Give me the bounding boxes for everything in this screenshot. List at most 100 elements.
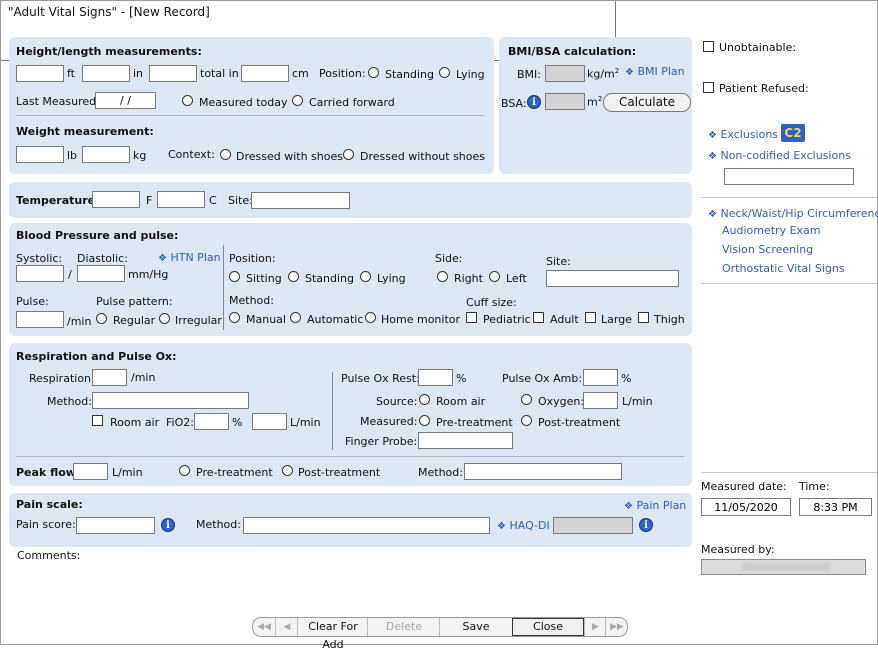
cuff-large-checkbox[interactable]: [585, 312, 596, 323]
audiometry-exam-link[interactable]: Audiometry Exam: [722, 224, 821, 237]
dressed-with-shoes-radio[interactable]: [220, 149, 231, 160]
non-codified-exclusions-input[interactable]: [724, 168, 854, 185]
source-room-air-radio[interactable]: [419, 394, 430, 405]
height-standing-label: Standing: [385, 68, 435, 81]
temperature-c-input[interactable]: [157, 191, 205, 208]
orthostatic-vital-signs-link[interactable]: Orthostatic Vital Signs: [722, 262, 845, 275]
room-air-checkbox[interactable]: [92, 415, 103, 426]
last-record-icon[interactable]: ▶▶: [605, 618, 628, 636]
bp-side-right-radio[interactable]: [437, 271, 448, 282]
respiration-input[interactable]: [92, 369, 127, 386]
patient-refused-label: Patient Refused:: [719, 82, 809, 95]
c2-badge-icon[interactable]: C2: [781, 124, 805, 142]
dressed-without-shoes-radio[interactable]: [343, 149, 354, 160]
close-button[interactable]: Close: [512, 618, 584, 636]
resp-column-divider: [332, 372, 333, 450]
cuff-pediatric-label: Pediatric: [483, 313, 531, 326]
vision-screening-link[interactable]: Vision Screening: [722, 243, 813, 256]
height-lying-radio[interactable]: [439, 67, 450, 78]
pulse-ox-amb-input[interactable]: [583, 369, 618, 386]
cuff-adult-checkbox[interactable]: [533, 312, 544, 323]
patient-refused-checkbox[interactable]: [703, 82, 714, 93]
pulse-regular-radio[interactable]: [96, 313, 107, 324]
bp-sitting-label: Sitting: [246, 272, 282, 285]
oxygen-lmin-label: L/min: [622, 395, 653, 408]
temperature-f-label: F: [146, 194, 153, 207]
pulse-ox-pre-treatment-radio[interactable]: [419, 415, 430, 426]
pain-plan-bullet-icon: ❖: [624, 501, 633, 512]
weight-lb-input[interactable]: [16, 146, 64, 163]
neck-waist-hip-link[interactable]: ❖ Neck/Waist/Hip Circumference: [708, 207, 878, 220]
bp-home-monitor-radio[interactable]: [365, 312, 376, 323]
cuff-thigh-checkbox[interactable]: [638, 312, 649, 323]
bp-standing-label: Standing: [305, 272, 355, 285]
pulse-ox-post-treatment-radio[interactable]: [521, 415, 532, 426]
pulse-unit: /min: [67, 315, 92, 328]
htn-plan-link[interactable]: ❖ HTN Plan: [158, 251, 221, 264]
measured-today-radio[interactable]: [182, 95, 193, 106]
haq-di-info-icon[interactable]: i: [639, 518, 653, 532]
peak-method-input[interactable]: [464, 463, 622, 480]
temperature-site-input[interactable]: [251, 192, 350, 209]
last-measured-date-input[interactable]: [95, 92, 156, 109]
oxygen-lmin-input[interactable]: [583, 392, 618, 409]
peak-pre-treatment-radio[interactable]: [179, 465, 190, 476]
temperature-f-input[interactable]: [92, 191, 140, 208]
dressed-with-shoes-label: Dressed with shoes: [236, 150, 343, 163]
bp-sitting-radio[interactable]: [229, 271, 240, 282]
weight-kg-input[interactable]: [82, 146, 130, 163]
bp-standing-radio[interactable]: [288, 271, 299, 282]
unobtainable-checkbox[interactable]: [703, 41, 714, 52]
bp-automatic-radio[interactable]: [290, 312, 301, 323]
weight-context-label: Context:: [168, 148, 215, 161]
height-in-input[interactable]: [82, 65, 130, 82]
height-ft-input[interactable]: [16, 65, 64, 82]
side-divider-bottom: [701, 472, 877, 473]
pulse-ox-rest-label: Pulse Ox Rest:: [341, 372, 420, 385]
peak-flow-input[interactable]: [73, 463, 108, 480]
height-total-in-input[interactable]: [149, 65, 197, 82]
measured-date-input[interactable]: [701, 498, 791, 516]
pulse-ox-rest-input[interactable]: [418, 369, 453, 386]
height-cm-input[interactable]: [241, 65, 289, 82]
fio2-input[interactable]: [194, 413, 229, 430]
first-record-icon[interactable]: ◀◀: [253, 618, 275, 636]
save-button[interactable]: Save: [439, 618, 512, 636]
pulse-irregular-radio[interactable]: [159, 313, 170, 324]
bmi-plan-link[interactable]: ❖ BMI Plan: [625, 65, 685, 78]
bp-site-input[interactable]: [546, 270, 679, 287]
finger-probe-input[interactable]: [418, 432, 513, 449]
height-standing-radio[interactable]: [368, 67, 379, 78]
pulse-input[interactable]: [16, 311, 64, 328]
calculate-button[interactable]: Calculate: [603, 93, 691, 112]
carried-forward-radio[interactable]: [292, 95, 303, 106]
delete-button[interactable]: Delete: [367, 618, 440, 636]
prev-record-icon[interactable]: ◀: [275, 618, 298, 636]
peak-post-treatment-radio[interactable]: [282, 465, 293, 476]
exclusions-link[interactable]: ❖ Exclusions: [708, 128, 778, 141]
haq-di-link[interactable]: ❖ HAQ-DI: [497, 519, 550, 532]
pain-header: Pain scale:: [16, 498, 83, 511]
source-oxygen-radio[interactable]: [521, 394, 532, 405]
bp-side-left-label: Left: [506, 272, 527, 285]
diastolic-input[interactable]: [77, 265, 125, 282]
pulse-ox-rest-pct: %: [456, 372, 467, 385]
resp-lmin-input[interactable]: [252, 413, 287, 430]
cuff-thigh-label: Thigh: [654, 313, 685, 326]
next-record-icon[interactable]: ▶: [584, 618, 606, 636]
peak-flow-divider: [16, 456, 684, 457]
bp-side-left-radio[interactable]: [489, 271, 500, 282]
resp-method-input[interactable]: [92, 392, 249, 409]
non-codified-exclusions-link[interactable]: ❖ Non-codified Exclusions: [708, 149, 851, 162]
bp-lying-radio[interactable]: [360, 271, 371, 282]
clear-for-add-button[interactable]: Clear For Add: [297, 618, 368, 651]
pain-score-info-icon[interactable]: i: [161, 518, 175, 532]
time-input[interactable]: [799, 498, 872, 516]
pain-score-input[interactable]: [76, 517, 155, 534]
pain-plan-link[interactable]: ❖ Pain Plan: [624, 499, 686, 512]
pain-method-input[interactable]: [243, 517, 490, 534]
bp-manual-radio[interactable]: [229, 312, 240, 323]
systolic-input[interactable]: [16, 265, 64, 282]
bsa-info-icon[interactable]: i: [527, 95, 541, 109]
cuff-pediatric-checkbox[interactable]: [466, 312, 477, 323]
